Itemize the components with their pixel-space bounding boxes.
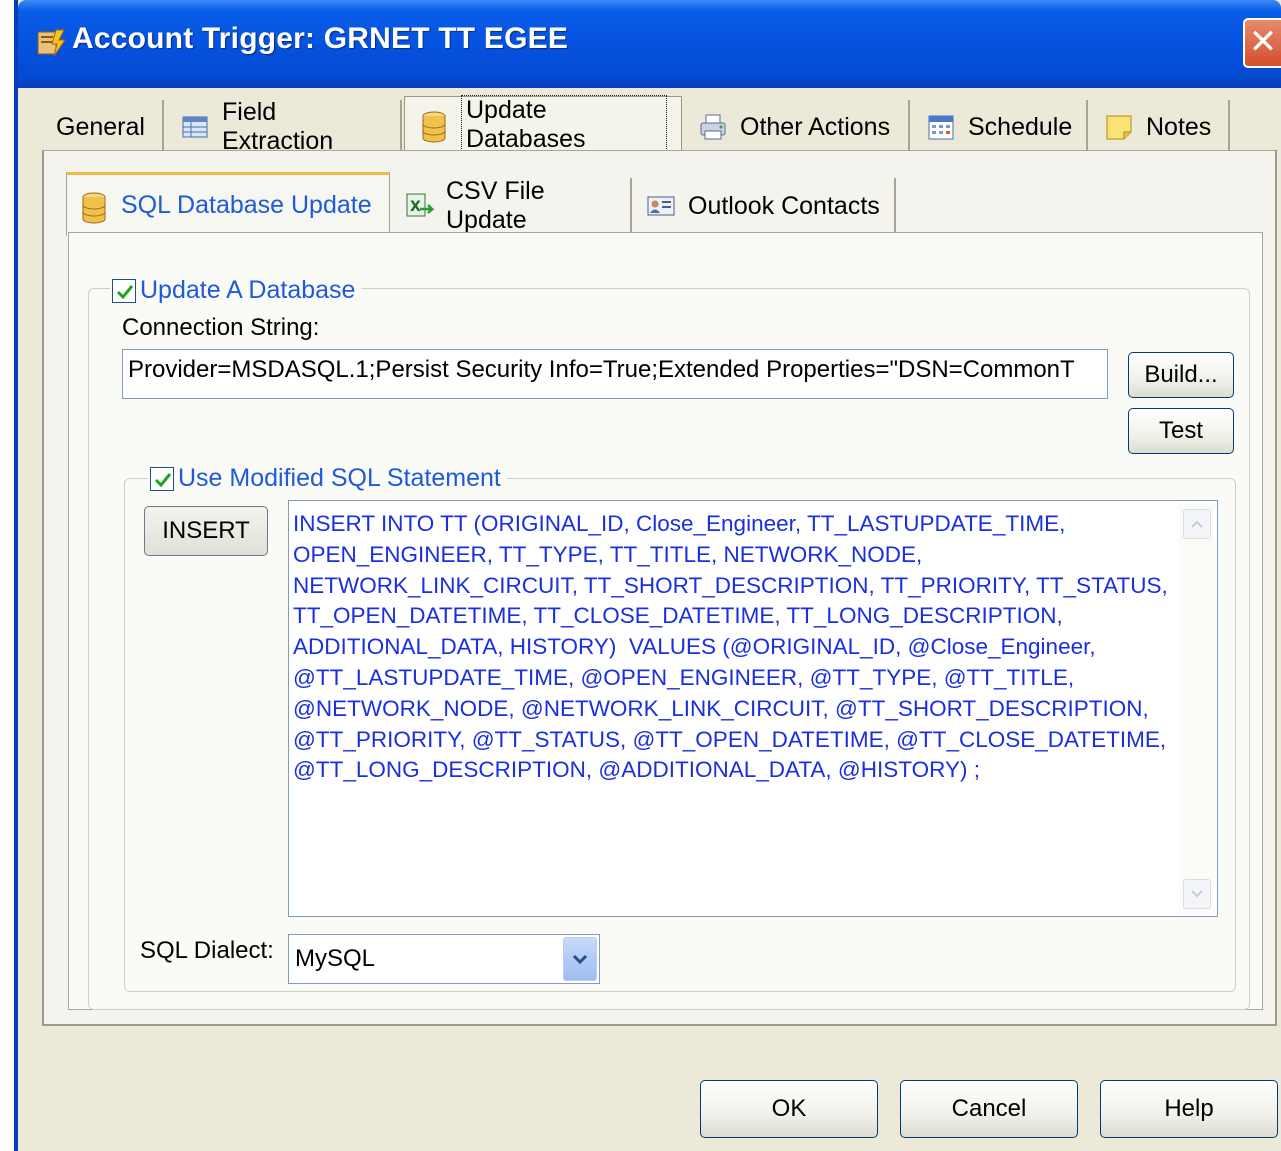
printer-icon xyxy=(698,112,728,142)
subtab-csv-file-update[interactable]: X CSV File Update xyxy=(392,177,632,234)
scroll-down-icon[interactable] xyxy=(1183,879,1211,909)
tab-schedule[interactable]: Schedule xyxy=(912,100,1088,154)
subtab-sql-database-update[interactable]: SQL Database Update xyxy=(66,172,390,236)
subtab-label: SQL Database Update xyxy=(121,191,372,219)
tab-label: Update Databases xyxy=(461,94,667,155)
chevron-down-icon[interactable] xyxy=(563,937,597,981)
database-icon xyxy=(419,110,449,142)
calendar-icon xyxy=(926,112,956,142)
tab-notes[interactable]: Notes xyxy=(1090,100,1230,154)
dialog-window: Account Trigger: GRNET TT EGEE ✕ General… xyxy=(14,0,1281,1151)
checkbox-checked-icon xyxy=(112,278,136,303)
update-database-label: Update A Database xyxy=(140,276,356,304)
insert-button[interactable]: INSERT xyxy=(144,506,268,556)
sql-dialect-label: SQL Dialect: xyxy=(140,937,274,964)
sql-statement-textarea[interactable]: INSERT INTO TT (ORIGINAL_ID, Close_Engin… xyxy=(288,500,1218,917)
connection-string-input[interactable]: Provider=MSDASQL.1;Persist Security Info… xyxy=(122,349,1108,399)
excel-icon: X xyxy=(404,191,436,221)
sql-statement-text: INSERT INTO TT (ORIGINAL_ID, Close_Engin… xyxy=(293,511,1174,783)
close-icon: ✕ xyxy=(1248,23,1278,61)
subtab-label: CSV File Update xyxy=(446,177,545,234)
tab-label: Field Extraction xyxy=(222,98,334,155)
sql-dialect-select[interactable]: MySQL xyxy=(288,934,600,984)
ok-button[interactable]: OK xyxy=(700,1080,878,1138)
tab-label: General xyxy=(56,112,145,141)
tab-other-actions[interactable]: Other Actions xyxy=(684,100,910,154)
window-title: Account Trigger: GRNET TT EGEE xyxy=(72,22,569,55)
tab-label: Notes xyxy=(1146,112,1212,141)
sql-dialect-value: MySQL xyxy=(295,945,376,972)
tab-label: Schedule xyxy=(968,112,1073,141)
help-button[interactable]: Help xyxy=(1100,1080,1278,1138)
update-database-checkbox[interactable]: Update A Database xyxy=(110,276,362,305)
use-modified-sql-checkbox[interactable]: Use Modified SQL Statement xyxy=(148,464,507,493)
tab-field-extraction[interactable]: Field Extraction xyxy=(166,98,402,155)
tab-general[interactable]: General xyxy=(42,100,164,154)
tab-label: Other Actions xyxy=(740,112,891,141)
use-modified-sql-label: Use Modified SQL Statement xyxy=(178,464,501,492)
connection-string-label: Connection String: xyxy=(122,314,320,341)
scroll-up-icon[interactable] xyxy=(1183,509,1211,539)
subtab-label: Outlook Contacts xyxy=(688,191,880,220)
vertical-scrollbar[interactable] xyxy=(1179,503,1215,914)
test-button[interactable]: Test xyxy=(1128,408,1234,454)
table-icon xyxy=(180,112,210,142)
database-icon xyxy=(79,191,109,223)
trigger-app-icon xyxy=(34,26,68,60)
svg-text:X: X xyxy=(410,199,421,215)
checkbox-checked-icon xyxy=(150,466,174,491)
subtab-outlook-contacts[interactable]: Outlook Contacts xyxy=(634,178,896,234)
cancel-button[interactable]: Cancel xyxy=(900,1080,1078,1138)
close-button[interactable]: ✕ xyxy=(1243,18,1281,68)
title-bar[interactable]: Account Trigger: GRNET TT EGEE ✕ xyxy=(18,0,1281,88)
note-icon xyxy=(1104,112,1134,142)
contact-card-icon xyxy=(646,191,676,221)
build-button[interactable]: Build... xyxy=(1128,352,1234,398)
tab-update-databases[interactable]: Update Databases xyxy=(404,94,682,155)
